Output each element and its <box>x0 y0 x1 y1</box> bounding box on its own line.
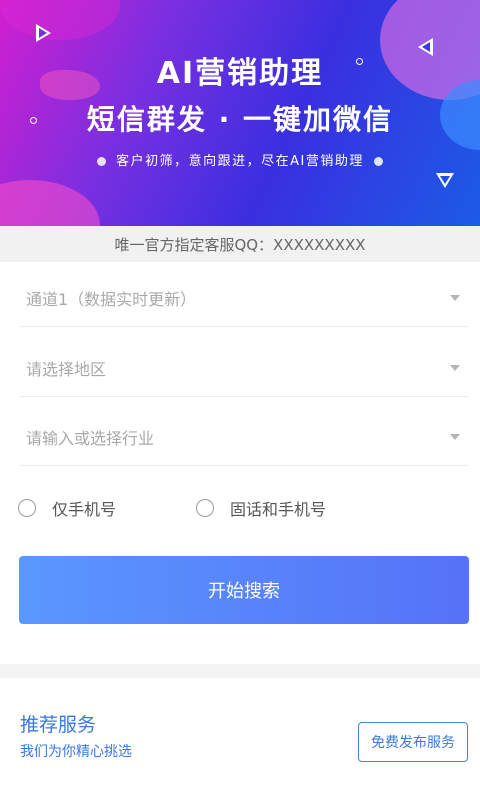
publish-service-label: 免费发布服务 <box>371 735 455 751</box>
radio-circle-icon[interactable] <box>196 499 215 517</box>
banner-title: AI营销助理 <box>156 56 324 91</box>
chevron-down-icon <box>450 365 460 371</box>
start-search-label: 开始搜索 <box>208 581 280 602</box>
region-select-placeholder: 请选择地区 <box>26 360 107 379</box>
customer-service-text: 唯一官方指定客服QQ：XXXXXXXXX <box>114 235 366 254</box>
chevron-down-icon <box>450 434 460 440</box>
phone-type-radio-group: 仅手机号 固话和手机号 <box>18 496 468 520</box>
radio-label: 仅手机号 <box>52 500 117 519</box>
promo-banner: AI营销助理 短信群发 · 一键加微信 客户初筛，意向跟进，尽在AI营销助理 <box>0 0 480 226</box>
banner-tagline-row: 客户初筛，意向跟进，尽在AI营销助理 <box>0 150 480 169</box>
triangle-decoration-icon <box>436 173 454 188</box>
banner-headline: 短信群发 · 一键加微信 <box>86 103 394 136</box>
start-search-button[interactable]: 开始搜索 <box>19 556 469 624</box>
bullet-dot-icon <box>373 157 383 166</box>
region-select[interactable]: 请选择地区 <box>20 340 468 397</box>
recommend-title: 推荐服务 <box>20 714 97 736</box>
banner-blob <box>0 180 100 226</box>
channel-select-value: 通道1（数据实时更新） <box>26 290 197 309</box>
channel-select[interactable]: 通道1（数据实时更新） <box>20 270 468 327</box>
publish-service-button[interactable]: 免费发布服务 <box>358 722 468 762</box>
recommend-subtitle: 我们为你精心挑选 <box>20 744 132 760</box>
industry-combobox[interactable]: 请输入或选择行业 <box>20 409 468 466</box>
customer-service-bar: 唯一官方指定客服QQ：XXXXXXXXX <box>0 226 480 262</box>
banner-tagline: 客户初筛，意向跟进，尽在AI营销助理 <box>116 154 364 169</box>
banner-blob <box>0 0 120 40</box>
industry-input-placeholder: 请输入或选择行业 <box>26 429 155 448</box>
section-divider <box>0 664 480 678</box>
radio-label: 固话和手机号 <box>230 500 327 519</box>
radio-mobile-only[interactable]: 仅手机号 <box>18 496 116 520</box>
bullet-dot-icon <box>97 157 107 166</box>
chevron-down-icon <box>450 295 460 301</box>
triangle-decoration-icon <box>36 24 51 42</box>
radio-circle-icon[interactable] <box>18 499 36 517</box>
radio-landline-and-mobile[interactable]: 固话和手机号 <box>196 496 326 520</box>
